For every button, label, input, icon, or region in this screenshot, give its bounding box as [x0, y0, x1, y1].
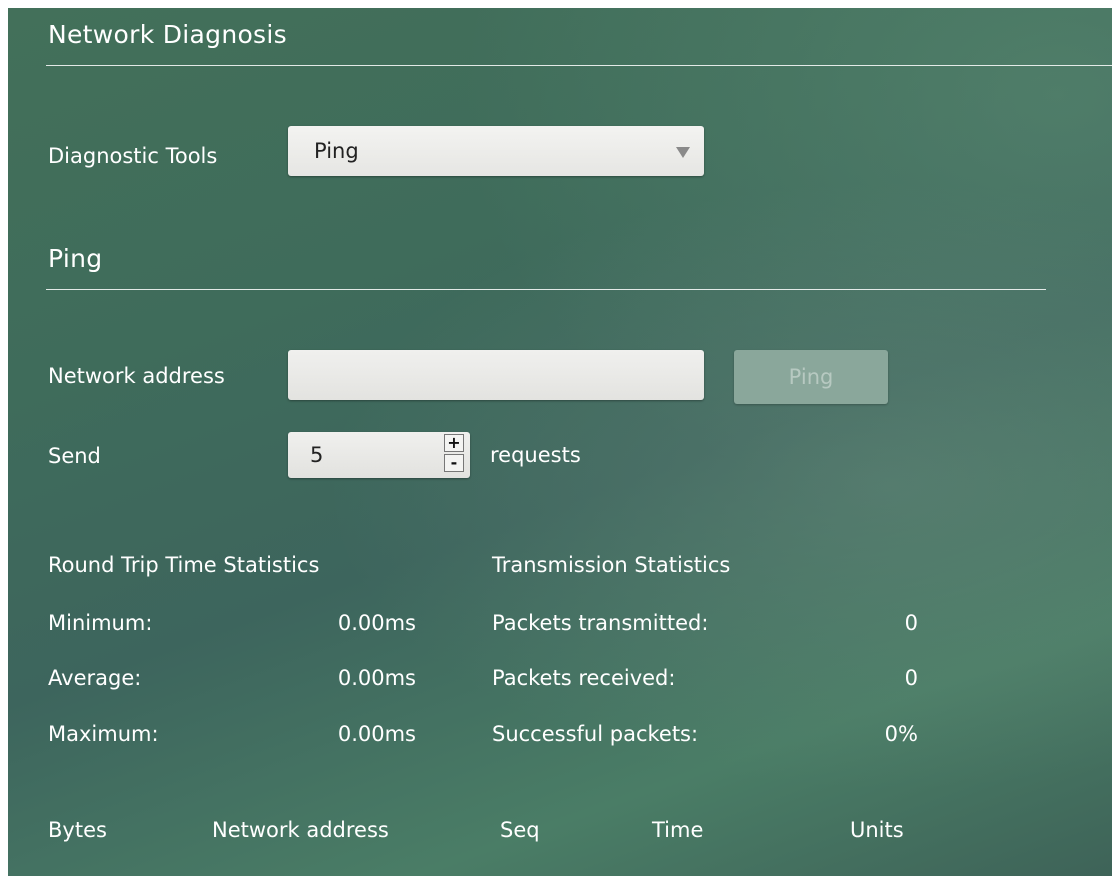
diagnostic-tools-select[interactable]: Ping — [288, 126, 704, 176]
column-header-bytes: Bytes — [48, 818, 107, 842]
ping-section-title: Ping — [48, 244, 103, 273]
packets-transmitted-label: Packets transmitted: — [492, 611, 709, 635]
column-header-network-address: Network address — [212, 818, 389, 842]
rtt-stats-title: Round Trip Time Statistics — [48, 553, 320, 577]
packets-received-value: 0 — [904, 666, 918, 690]
diagnostic-tools-selected-value: Ping — [314, 139, 359, 163]
plus-icon[interactable]: + — [444, 434, 464, 452]
network-diagnosis-panel: Network Diagnosis Diagnostic Tools Ping … — [8, 8, 1112, 876]
requests-label: requests — [490, 443, 581, 467]
rtt-average-label: Average: — [48, 666, 142, 690]
diagnostic-tools-label: Diagnostic Tools — [48, 144, 218, 168]
request-count-value: 5 — [310, 443, 324, 467]
successful-packets-label: Successful packets: — [492, 722, 699, 746]
rtt-maximum-value: 0.00ms — [337, 722, 416, 746]
title-divider — [46, 65, 1112, 66]
send-label: Send — [48, 444, 101, 468]
network-address-label: Network address — [48, 364, 225, 388]
column-header-units: Units — [850, 818, 904, 842]
column-header-seq: Seq — [500, 818, 540, 842]
packets-transmitted-value: 0 — [904, 611, 918, 635]
packets-received-label: Packets received: — [492, 666, 676, 690]
network-address-input[interactable] — [288, 350, 704, 400]
page-title: Network Diagnosis — [48, 20, 287, 49]
rtt-average-value: 0.00ms — [337, 666, 416, 690]
chevron-down-icon[interactable] — [676, 147, 690, 158]
ping-button[interactable]: Ping — [734, 350, 888, 404]
ping-section-divider — [46, 289, 1046, 290]
minus-icon[interactable]: - — [444, 454, 464, 472]
rtt-minimum-label: Minimum: — [48, 611, 153, 635]
request-count-stepper[interactable]: 5 — [288, 432, 470, 478]
transmission-stats-title: Transmission Statistics — [492, 553, 731, 577]
successful-packets-value: 0% — [884, 722, 918, 746]
rtt-maximum-label: Maximum: — [48, 722, 159, 746]
column-header-time: Time — [652, 818, 704, 842]
rtt-minimum-value: 0.00ms — [337, 611, 416, 635]
